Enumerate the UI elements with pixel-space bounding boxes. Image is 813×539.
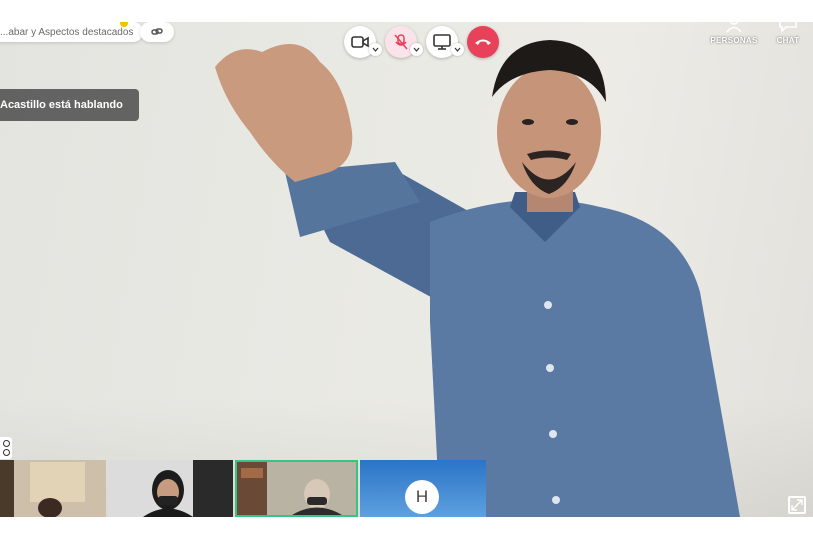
participant-tile[interactable]: H [360,460,486,517]
grip-dot-icon [2,449,10,456]
camera-options-button[interactable] [369,43,382,56]
people-label: PERSONAS [710,36,758,45]
people-button[interactable]: PERSONAS [710,22,758,45]
mic-button[interactable] [385,26,423,58]
end-call-button[interactable] [467,26,499,58]
screen-options-button[interactable] [451,43,464,56]
link-icon [151,28,163,35]
mic-options-button[interactable] [410,43,423,56]
camera-icon [351,36,369,48]
hang-up-icon [475,39,491,45]
screen-share-button[interactable] [426,26,464,58]
expand-icon [791,499,803,511]
chat-button[interactable]: CHAT [765,22,811,45]
screen-share-icon [433,34,451,50]
participant-tile[interactable] [0,460,106,517]
chevron-down-icon [413,47,420,52]
participant-tile[interactable] [108,460,233,517]
speaker-name: Acastillo está hablando [0,99,123,111]
participant-video [237,462,356,515]
chat-label: CHAT [776,36,800,45]
right-actions: PERSONAS CHAT [710,22,811,45]
participant-video [108,460,233,517]
avatar: H [405,480,439,514]
active-speaker-label: Acastillo está hablando [0,89,139,121]
filmstrip-handle[interactable] [0,437,12,459]
camera-button[interactable] [344,26,382,58]
main-video: ...abar y Aspectos destacados PERSONAS C… [0,22,813,517]
participant-filmstrip: H [0,460,486,517]
participant-tile-active[interactable] [235,460,358,517]
chevron-down-icon [372,47,379,52]
fullscreen-button[interactable] [788,496,806,514]
avatar-initial: H [415,487,429,506]
chevron-down-icon [454,47,461,52]
link-button[interactable] [140,22,174,42]
call-controls [344,26,499,58]
recording-label: ...abar y Aspectos destacados [0,26,134,38]
mic-muted-icon [394,34,408,50]
participant-video [0,460,106,517]
chat-icon [779,22,797,33]
grip-dot-icon [2,440,10,447]
people-icon [726,22,742,33]
